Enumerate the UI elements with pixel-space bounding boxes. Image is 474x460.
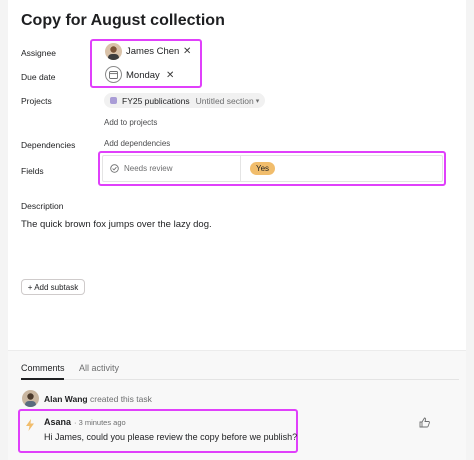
fields-table: Needs review Yes xyxy=(102,155,443,182)
tab-all-activity[interactable]: All activity xyxy=(79,363,119,373)
field-row-needs-review: Needs review xyxy=(103,156,241,181)
due-date-label: Due date xyxy=(21,72,56,82)
comment-text: Hi James, could you please review the co… xyxy=(44,432,298,442)
description-label: Description xyxy=(21,201,64,211)
comment-author[interactable]: Asana xyxy=(44,417,71,427)
task-detail-panel: Copy for August collection Assignee Jame… xyxy=(8,0,466,460)
assignee-avatar[interactable] xyxy=(105,43,122,60)
field-name-label: Needs review xyxy=(124,164,173,173)
due-date-value[interactable]: Monday xyxy=(126,70,160,81)
assignee-name[interactable]: James Chen xyxy=(126,46,179,57)
project-name: FY25 publications xyxy=(122,95,190,106)
add-subtask-button[interactable]: + Add subtask xyxy=(21,279,85,295)
dependencies-label: Dependencies xyxy=(21,140,76,150)
close-icon[interactable]: ✕ xyxy=(183,47,191,57)
thumbs-up-icon[interactable] xyxy=(419,415,430,433)
task-title[interactable]: Copy for August collection xyxy=(21,12,225,30)
project-section[interactable]: Untitled section xyxy=(196,96,254,106)
field-value-badge[interactable]: Yes xyxy=(250,162,276,175)
tabs-divider xyxy=(21,379,459,380)
project-color-square xyxy=(110,97,117,104)
activity-action: created this task xyxy=(89,394,152,404)
comment-highlight xyxy=(18,409,298,453)
projects-label: Projects xyxy=(21,96,52,106)
lightning-icon xyxy=(26,418,34,436)
tab-comments[interactable]: Comments xyxy=(21,363,65,373)
check-circle-icon xyxy=(110,164,119,173)
fields-label: Fields xyxy=(21,166,44,176)
field-value-cell[interactable]: Yes xyxy=(241,156,442,181)
calendar-icon[interactable] xyxy=(105,66,122,83)
chevron-down-icon[interactable]: ▾ xyxy=(256,97,260,105)
activity-avatar[interactable] xyxy=(22,390,39,407)
activity-line: Alan Wang created this task xyxy=(44,394,152,404)
project-pill[interactable]: FY25 publications Untitled section ▾ xyxy=(104,93,266,108)
active-tab-indicator xyxy=(21,378,64,380)
add-dependencies-link[interactable]: Add dependencies xyxy=(104,139,170,148)
add-to-projects-link[interactable]: Add to projects xyxy=(104,118,157,127)
comment-timestamp: · 3 minutes ago xyxy=(74,418,126,427)
assignee-label: Assignee xyxy=(21,48,56,58)
activity-user[interactable]: Alan Wang xyxy=(44,394,88,404)
close-icon[interactable]: ✕ xyxy=(166,71,174,81)
description-text[interactable]: The quick brown fox jumps over the lazy … xyxy=(21,219,212,230)
